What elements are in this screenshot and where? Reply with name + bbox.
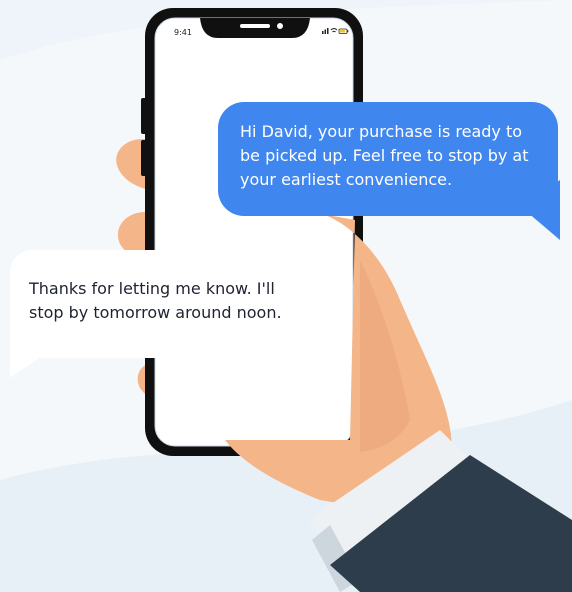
front-camera [277,23,283,29]
status-bar-time: 9:41 [174,28,192,37]
phone-side-button [141,98,147,134]
message-bubble-incoming: Thanks for letting me know. I'll stop by… [10,250,326,358]
message-bubble-outgoing: Hi David, your purchase is ready to be p… [218,102,558,216]
speaker-grille [240,24,270,28]
phone-side-button-2 [141,140,147,176]
phone-screen [154,17,354,447]
